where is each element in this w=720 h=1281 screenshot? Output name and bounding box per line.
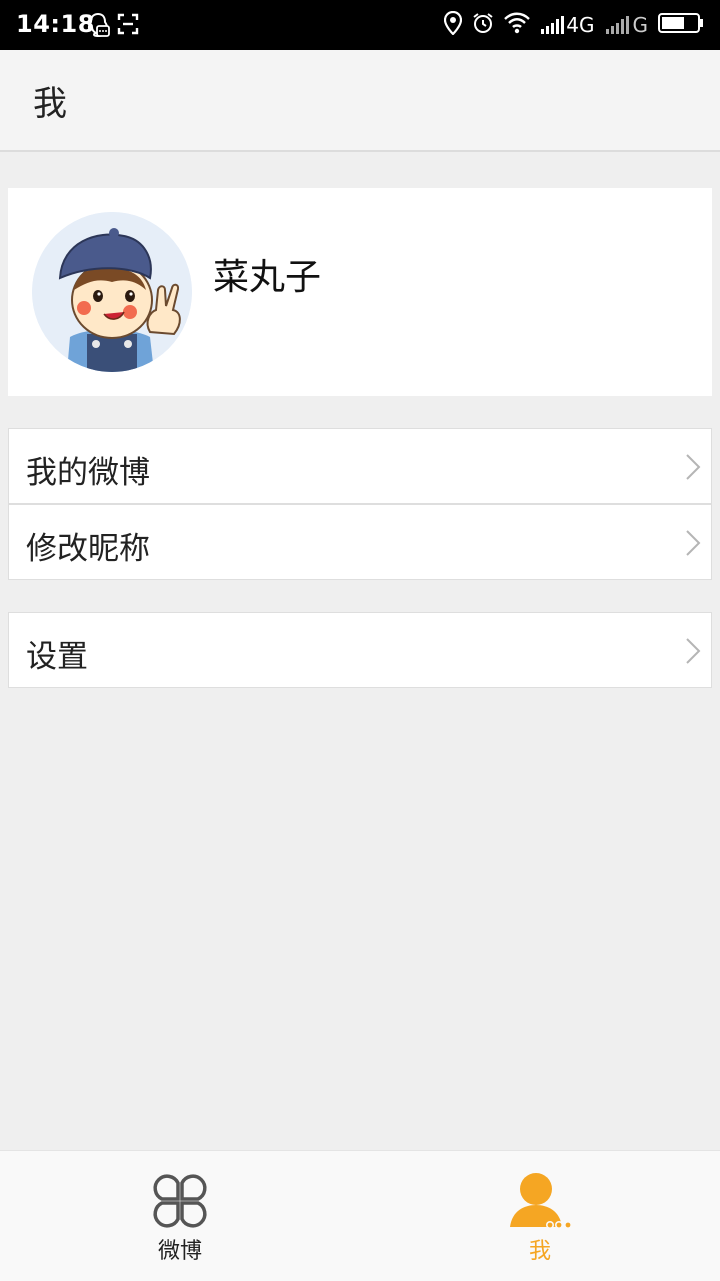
status-bar: 14:18 4G G — [0, 0, 720, 50]
username: 菜丸子 — [213, 257, 322, 298]
title-bar: 我 — [0, 50, 720, 152]
status-time: 14:18 — [16, 10, 95, 38]
chevron-right-icon — [685, 453, 701, 485]
signal-icon-2: G — [605, 13, 649, 37]
clover-icon — [148, 1169, 212, 1237]
alarm-icon — [472, 12, 494, 38]
avatar[interactable] — [32, 212, 192, 372]
chevron-right-icon — [685, 637, 701, 669]
page-title: 我 — [33, 84, 67, 124]
menu-item-label: 我的微博 — [26, 455, 150, 491]
profile-icon — [508, 1169, 572, 1237]
signal-icon: 4G — [540, 13, 595, 37]
menu-group-account: 我的微博 修改昵称 — [8, 428, 712, 580]
menu-item-edit-nickname[interactable]: 修改昵称 — [9, 503, 711, 579]
menu-item-label: 修改昵称 — [26, 531, 150, 567]
tab-label: 微博 — [157, 1239, 202, 1264]
network-type-1: 4G — [566, 13, 595, 37]
bottom-tab-bar: 微博 我 — [0, 1150, 720, 1281]
profile-card[interactable]: 菜丸子 — [8, 188, 712, 396]
network-type-2: G — [632, 13, 649, 37]
tab-weibo[interactable]: 微博 — [90, 1151, 270, 1281]
tab-label: 我 — [528, 1239, 551, 1264]
tab-me[interactable]: 我 — [450, 1151, 630, 1281]
wifi-icon — [504, 12, 531, 38]
chevron-right-icon — [685, 529, 701, 561]
qq-icon — [86, 12, 110, 42]
location-icon — [444, 10, 463, 39]
battery-icon — [658, 12, 704, 38]
menu-item-label: 设置 — [26, 639, 88, 675]
menu-item-my-weibo[interactable]: 我的微博 — [9, 429, 711, 503]
screenshot-icon — [116, 12, 140, 40]
menu-group-settings: 设置 — [8, 612, 712, 688]
menu-item-settings[interactable]: 设置 — [9, 613, 711, 687]
